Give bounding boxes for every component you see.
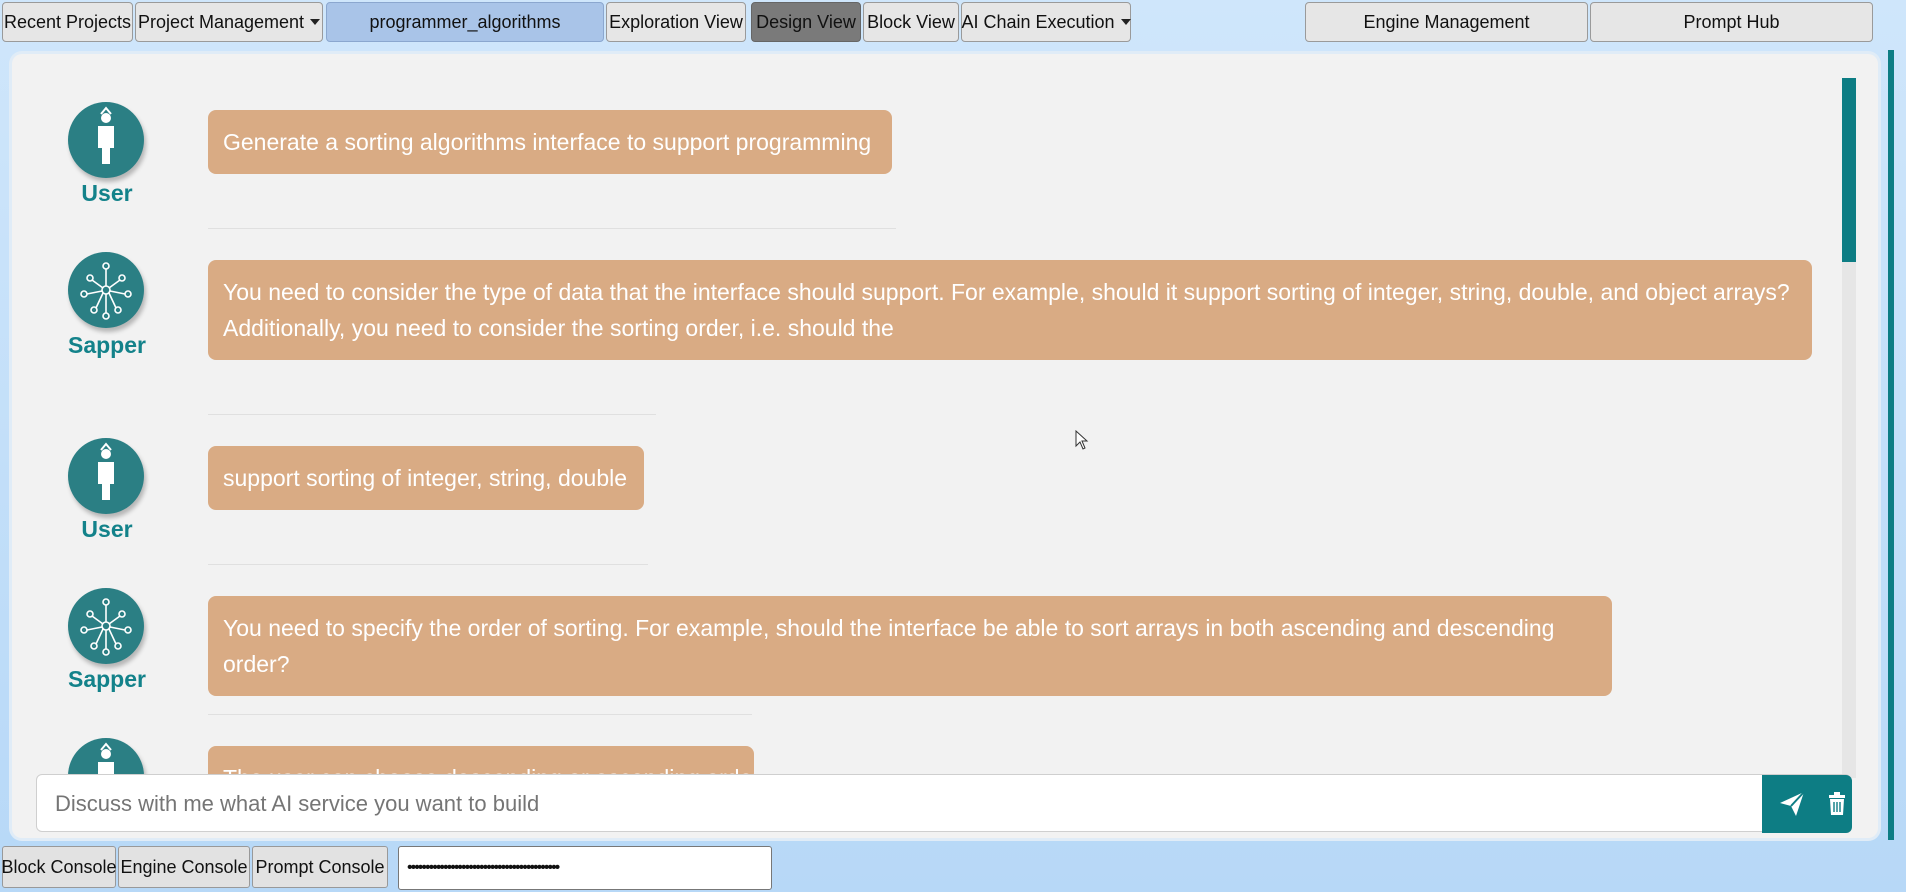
trash-icon — [1829, 792, 1845, 815]
engine-management-label: Engine Management — [1363, 11, 1530, 32]
bottom-console-bar: Block Console Engine Console Prompt Cons… — [0, 846, 1906, 892]
chat-input-bar — [36, 774, 1852, 833]
chat-input[interactable] — [53, 783, 1757, 825]
divider — [208, 414, 656, 415]
engine-management-button[interactable]: Engine Management — [1305, 2, 1588, 42]
block-view-label: Block View — [867, 11, 955, 32]
prompt-hub-button[interactable]: Prompt Hub — [1590, 2, 1873, 42]
message-bubble: You need to specify the order of sorting… — [208, 596, 1612, 696]
divider — [208, 714, 752, 715]
message-role-label: User — [81, 516, 133, 542]
message-role-label: Sapper — [68, 332, 146, 358]
divider — [208, 564, 648, 565]
exploration-view-label: Exploration View — [609, 11, 743, 32]
block-view-tab[interactable]: Block View — [863, 2, 959, 42]
project-management-dropdown[interactable]: Project Management — [135, 2, 323, 42]
divider — [208, 228, 896, 229]
chevron-down-icon — [1120, 19, 1131, 25]
ai-chain-execution-label: AI Chain Execution — [961, 11, 1115, 32]
chevron-down-icon — [310, 19, 321, 25]
user-avatar-icon — [68, 102, 144, 178]
message-bubble: You need to consider the type of data th… — [208, 260, 1812, 360]
current-project-button[interactable]: programmer_algorithms — [326, 2, 604, 42]
clear-chat-button[interactable] — [1822, 775, 1852, 833]
network-avatar-icon — [68, 252, 144, 328]
project-name-label: programmer_algorithms — [369, 11, 561, 32]
top-navigation-bar: Recent Projects Project Management progr… — [0, 0, 1906, 48]
design-view-tab[interactable]: Design View — [751, 2, 861, 42]
block-console-button[interactable]: Block Console — [1, 846, 117, 888]
prompt-console-label: Prompt Console — [255, 856, 385, 877]
engine-console-button[interactable]: Engine Console — [118, 846, 250, 888]
message-role-label: User — [81, 180, 133, 206]
design-view-label: Design View — [756, 11, 856, 32]
block-console-label: Block Console — [1, 856, 117, 877]
recent-projects-label: Recent Projects — [3, 11, 132, 32]
message-role-label: Sapper — [68, 666, 146, 692]
ai-chain-execution-dropdown[interactable]: AI Chain Execution — [961, 2, 1131, 42]
engine-console-label: Engine Console — [120, 856, 248, 877]
message-bubble: Generate a sorting algorithms interface … — [208, 110, 892, 174]
network-avatar-icon — [68, 588, 144, 664]
message-bubble: support sorting of integer, string, doub… — [208, 446, 644, 510]
exploration-view-tab[interactable]: Exploration View — [606, 2, 746, 42]
scrollbar-thumb[interactable] — [1842, 78, 1856, 262]
project-management-label: Project Management — [137, 11, 305, 32]
right-edge-accent — [1888, 50, 1894, 840]
prompt-hub-label: Prompt Hub — [1683, 11, 1780, 32]
send-button[interactable] — [1762, 775, 1822, 833]
mouse-cursor-icon — [1075, 429, 1089, 455]
prompt-console-button[interactable]: Prompt Console — [252, 846, 388, 888]
send-icon — [1780, 791, 1805, 816]
user-avatar-icon — [68, 438, 144, 514]
api-key-password-field[interactable]: ••••••••••••••••••••••••••••••••••••••••… — [398, 846, 772, 890]
recent-projects-button[interactable]: Recent Projects — [2, 2, 133, 42]
chat-panel: User Generate a sorting algorithms inter… — [12, 54, 1878, 838]
